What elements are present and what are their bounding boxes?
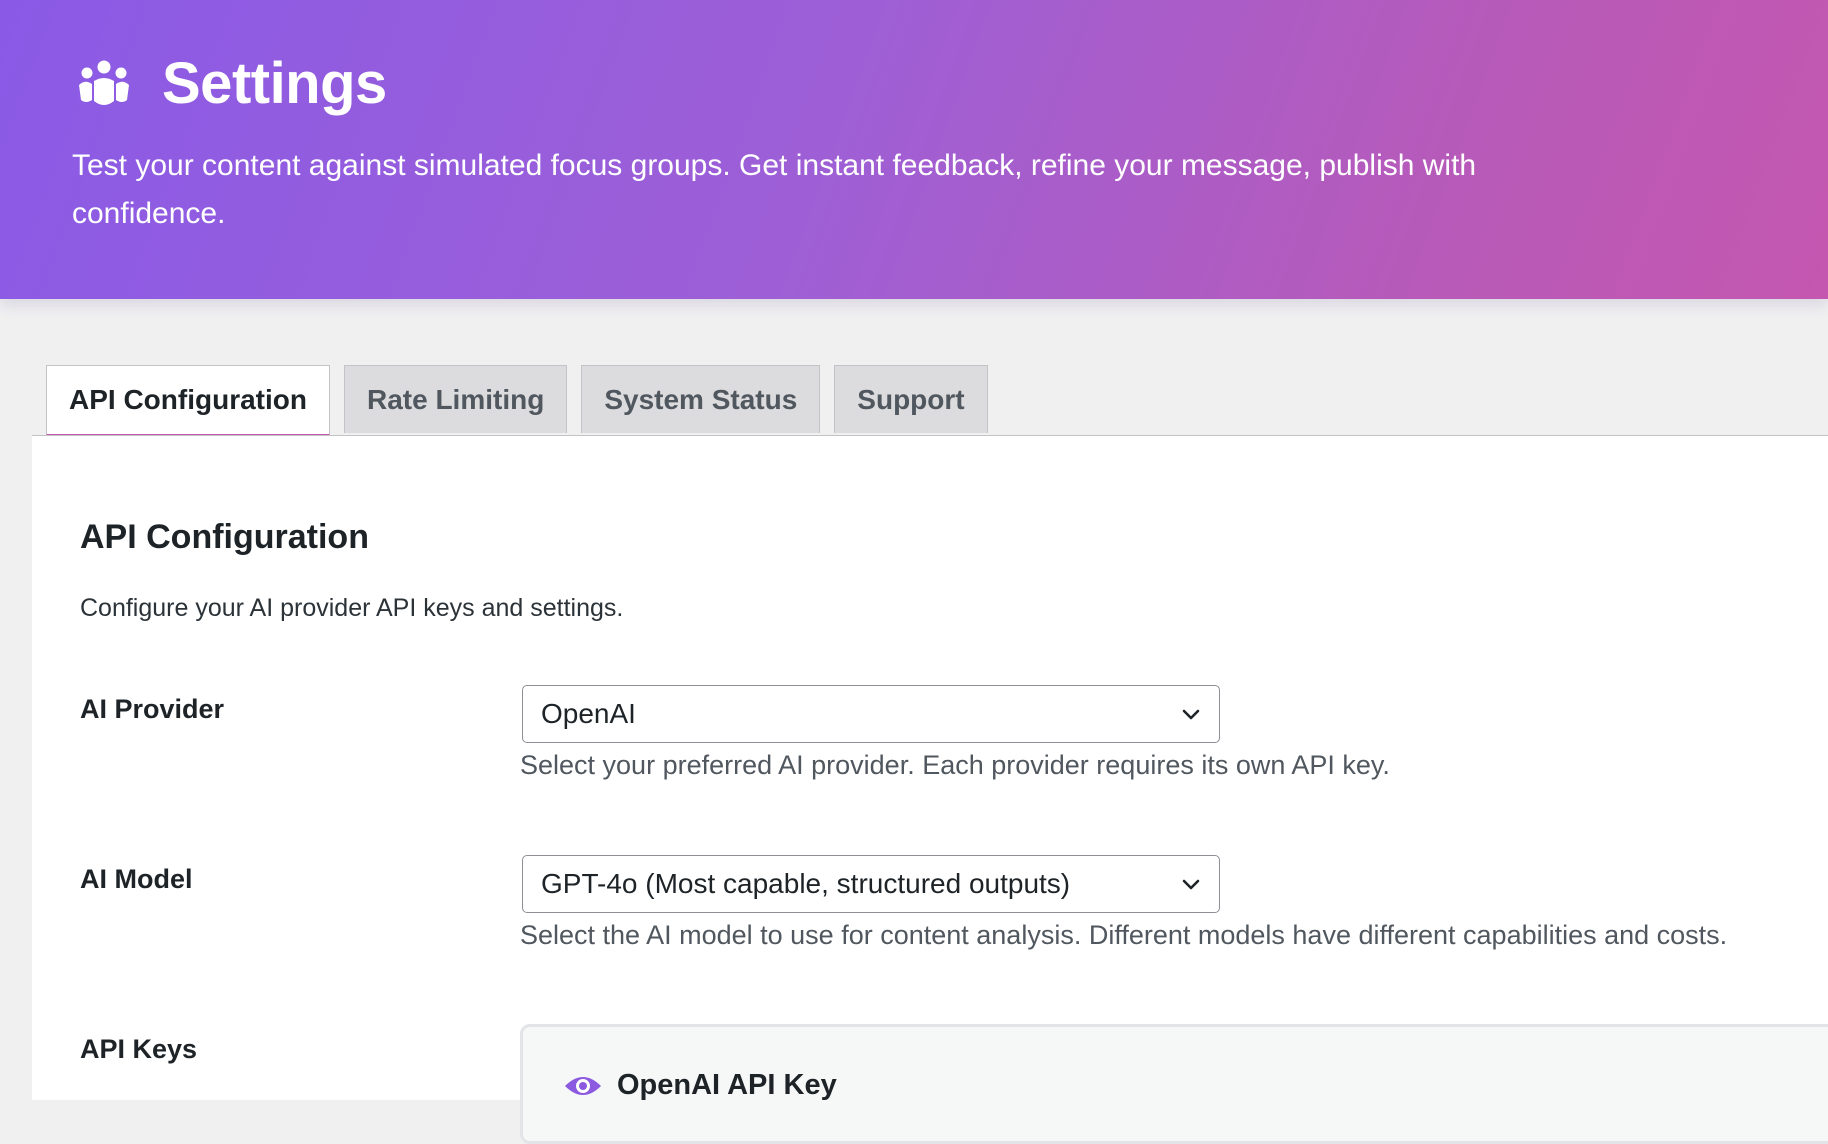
groups-icon [76,56,132,112]
eye-icon[interactable] [563,1072,603,1100]
tab-rate-limiting[interactable]: Rate Limiting [343,365,568,433]
tab-system-status[interactable]: System Status [581,365,821,433]
ai-provider-value: OpenAI [541,698,636,729]
page-title: Settings [162,51,387,116]
page-subtitle: Test your content against simulated focu… [72,149,1477,230]
ai-provider-select[interactable]: OpenAI [522,685,1220,743]
section-description: Configure your AI provider API keys and … [80,594,624,622]
ai-provider-help: Select your preferred AI provider. Each … [520,750,1390,780]
page-header: Settings Test your content against simul… [0,0,1828,299]
api-key-card: OpenAI API Key [520,1024,1828,1144]
ai-model-value: GPT-4o (Most capable, structured outputs… [541,868,1071,899]
api-key-card-header: OpenAI API Key [563,1069,837,1102]
ai-provider-label: AI Provider [80,694,225,724]
ai-model-help: Select the AI model to use for content a… [520,920,1728,950]
chevron-down-icon [1182,879,1200,890]
ai-model-label: AI Model [80,864,193,894]
page-title-row: Settings [76,50,387,118]
section-title: API Configuration [80,518,369,556]
api-keys-label: API Keys [80,1034,198,1064]
settings-panel: API Configuration Configure your AI prov… [32,436,1828,1144]
api-key-card-title: OpenAI API Key [617,1069,837,1101]
settings-tabs: API Configuration Rate Limiting System S… [46,365,988,436]
tab-api-configuration[interactable]: API Configuration [46,365,330,436]
ai-model-select[interactable]: GPT-4o (Most capable, structured outputs… [522,855,1220,913]
chevron-down-icon [1182,709,1200,720]
tab-support[interactable]: Support [834,365,988,433]
